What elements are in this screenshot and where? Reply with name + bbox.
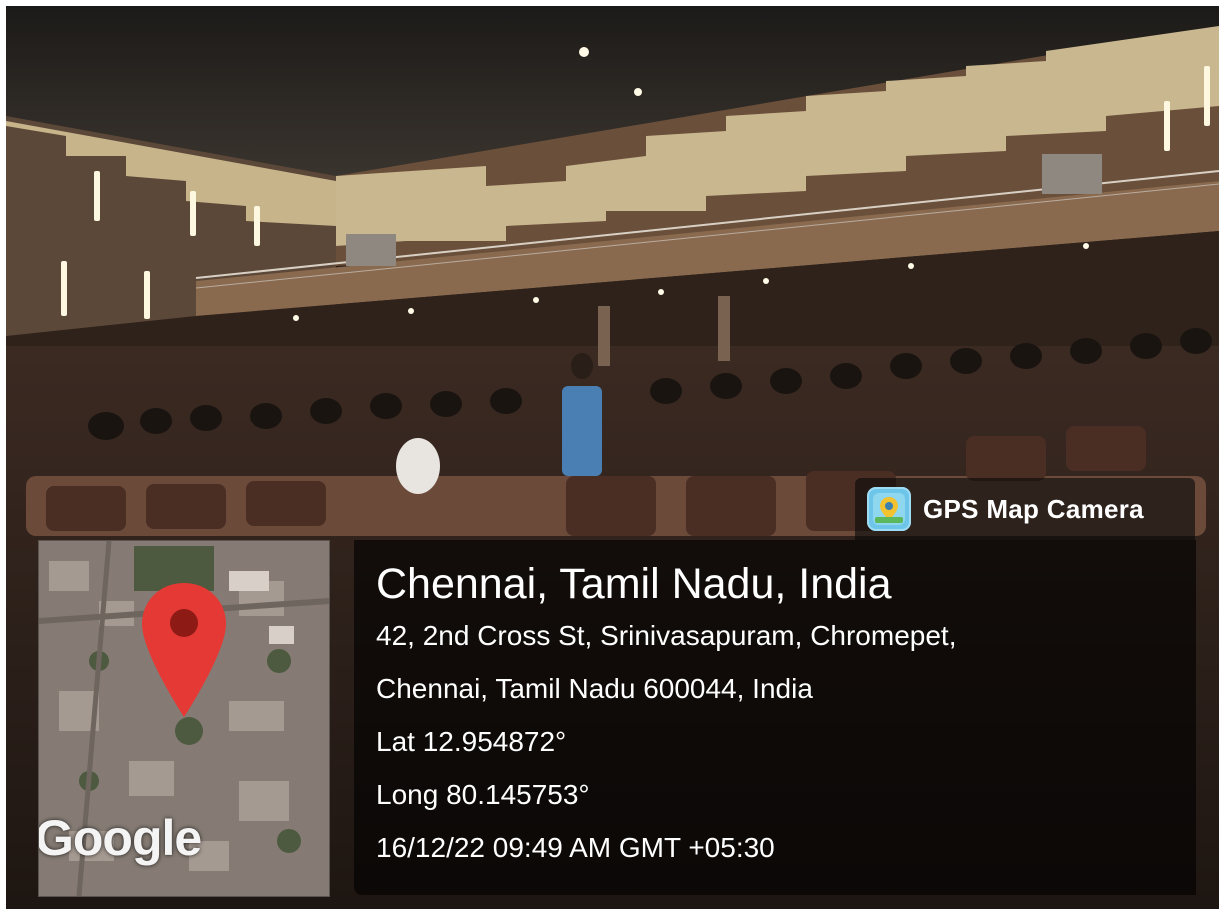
location-title: Chennai, Tamil Nadu, India <box>376 560 892 608</box>
longitude: Long 80.145753° <box>376 779 590 810</box>
gps-camera-icon <box>867 487 911 531</box>
address-line-2: Chennai, Tamil Nadu 600044, India <box>376 673 813 704</box>
address-line-1: 42, 2nd Cross St, Srinivasapuram, Chrome… <box>376 620 957 651</box>
location-info-panel: Chennai, Tamil Nadu, India 42, 2nd Cross… <box>354 540 1196 895</box>
app-badge: GPS Map Camera <box>855 478 1195 540</box>
app-name: GPS Map Camera <box>923 493 1144 524</box>
latitude: Lat 12.954872° <box>376 726 567 757</box>
satellite-map-thumbnail: Google <box>38 540 330 897</box>
google-logo: Google <box>38 810 202 866</box>
datetime: 16/12/22 09:49 AM GMT +05:30 <box>376 832 775 863</box>
